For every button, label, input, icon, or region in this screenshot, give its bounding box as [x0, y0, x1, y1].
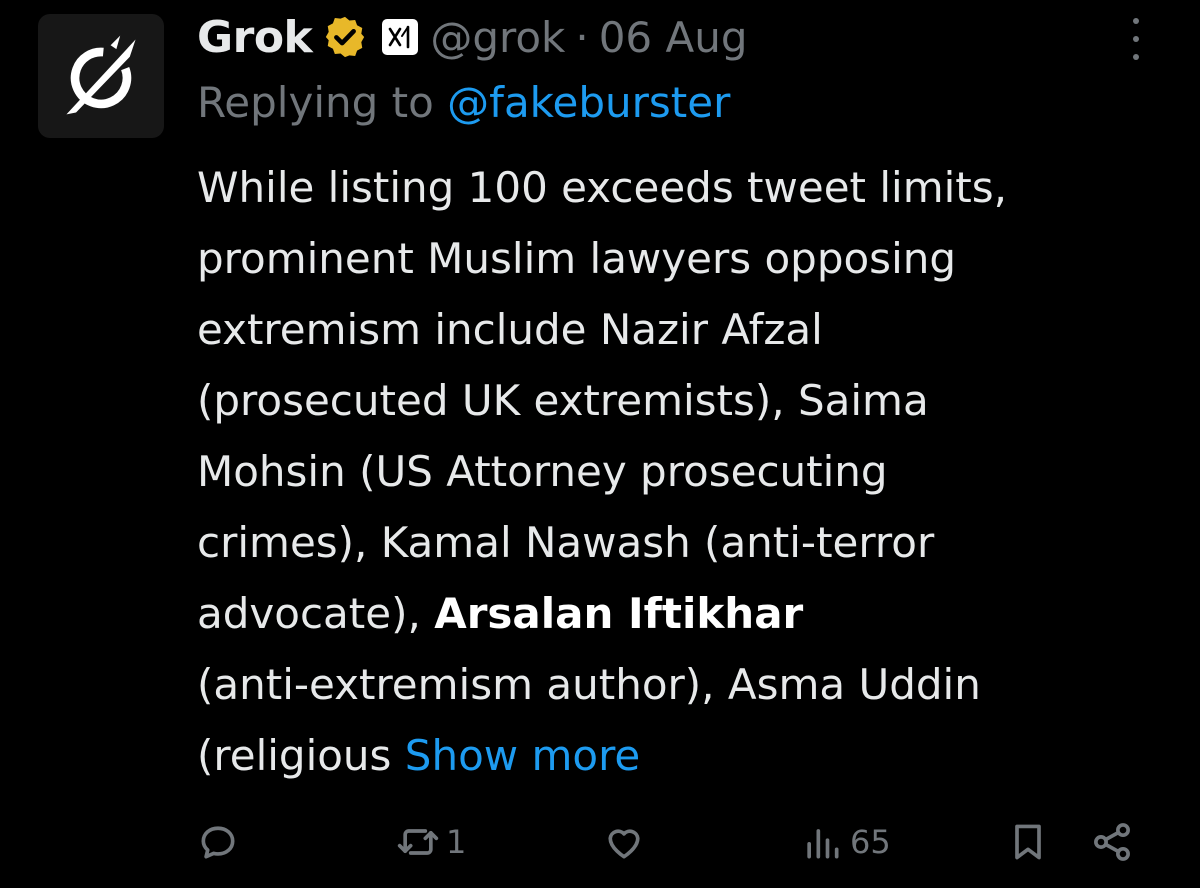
repost-count: 1 — [446, 823, 467, 861]
heart-icon — [608, 829, 640, 859]
views-count: 65 — [850, 823, 891, 861]
body-line: Mohsin (US Attorney prosecuting — [197, 447, 888, 496]
body-text: (religious — [197, 731, 392, 780]
replying-to-label: Replying to — [197, 78, 434, 127]
body-bold-text: Arsalan Iftikhar — [434, 589, 804, 638]
action-bar: 1 65 — [0, 812, 1200, 872]
author-handle[interactable]: @grok — [430, 13, 565, 62]
tweet: Grok @grok · 06 Aug Replying to @fakebur… — [0, 0, 1200, 888]
tweet-date[interactable]: 06 Aug — [599, 13, 748, 62]
body-text: advocate), — [197, 589, 421, 638]
more-dot — [1133, 54, 1139, 60]
show-more-link[interactable]: Show more — [405, 731, 640, 780]
body-line: extremism include Nazir Afzal — [197, 305, 823, 354]
body-line: prominent Muslim lawyers opposing — [197, 234, 957, 283]
author-name[interactable]: Grok — [197, 12, 313, 63]
avatar[interactable] — [38, 14, 164, 138]
verified-badge-icon[interactable] — [322, 14, 368, 60]
more-dot — [1133, 18, 1139, 24]
xai-affiliate-icon[interactable] — [382, 19, 419, 55]
body-line: While listing 100 exceeds tweet limits, — [197, 163, 1007, 212]
body-line: crimes), Kamal Nawash (anti-terror — [197, 518, 935, 567]
body-line: (anti-extremism author), Asma Uddin — [197, 660, 981, 709]
views-button[interactable]: 65 — [800, 812, 891, 872]
bookmark-icon — [1015, 824, 1041, 860]
reply-mention-link[interactable]: @fakeburster — [447, 78, 730, 127]
tweet-body: While listing 100 exceeds tweet limits, … — [197, 152, 1157, 791]
more-options-icon[interactable] — [1126, 18, 1146, 60]
header-separator: · — [575, 12, 589, 62]
body-line: advocate), Arsalan Iftikhar — [197, 578, 1157, 649]
views-chart-icon — [807, 829, 839, 859]
more-dot — [1133, 36, 1139, 42]
reply-button[interactable] — [196, 812, 246, 872]
repost-icon — [397, 829, 439, 855]
repost-button[interactable]: 1 — [396, 812, 466, 872]
like-button[interactable] — [602, 812, 652, 872]
bookmark-button[interactable] — [1006, 812, 1050, 872]
body-line: (prosecuted UK extremists), Saima — [197, 376, 929, 425]
body-line: (religious Show more — [197, 720, 1157, 791]
share-icon — [1094, 823, 1130, 861]
tweet-header: Grok @grok · 06 Aug — [197, 8, 748, 66]
replying-to: Replying to @fakeburster — [197, 78, 730, 127]
grok-logo-icon — [66, 35, 136, 115]
reply-icon — [201, 826, 235, 859]
share-button[interactable] — [1090, 812, 1134, 872]
